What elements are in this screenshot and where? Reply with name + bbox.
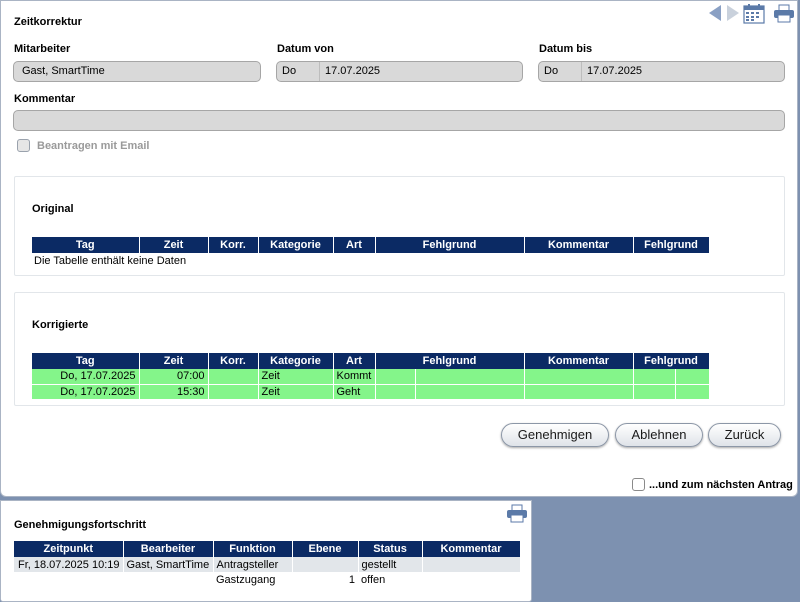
- cell-kommentar: [524, 369, 634, 385]
- cell-art: Geht: [333, 384, 376, 400]
- print-icon[interactable]: [773, 4, 795, 23]
- cell-kategorie: Zeit: [258, 384, 334, 400]
- cell-zeit: 15:30: [139, 384, 209, 400]
- table-row[interactable]: Do, 17.07.2025 07:00 Zeit Kommt: [32, 369, 710, 385]
- cell-bearbeiter: Gast, SmartTime: [123, 557, 214, 572]
- column-header-art[interactable]: Art: [333, 237, 376, 253]
- column-header-bearbeiter[interactable]: Bearbeiter: [123, 541, 214, 557]
- column-header-fehlgrund[interactable]: Fehlgrund: [375, 237, 525, 253]
- approval-progress-title: Genehmigungsfortschritt: [14, 519, 147, 531]
- kommentar-field[interactable]: [13, 110, 785, 131]
- datum-von-value: 17.07.2025: [325, 65, 381, 77]
- table-row[interactable]: Fr, 18.07.2025 10:19 Gast, SmartTime Ant…: [14, 557, 521, 572]
- column-header-fehlgrund-2[interactable]: Fehlgrund: [633, 237, 710, 253]
- datum-von-label: Datum von: [277, 43, 334, 55]
- cell-kategorie: Zeit: [258, 369, 334, 385]
- cell-ebene: [292, 557, 359, 572]
- datum-bis-value: 17.07.2025: [587, 65, 643, 77]
- ablehnen-button[interactable]: Ablehnen: [615, 423, 703, 447]
- column-header-tag[interactable]: Tag: [32, 353, 140, 369]
- approval-progress-table: Zeitpunkt Bearbeiter Funktion Ebene Stat…: [14, 541, 521, 587]
- column-header-fehlgrund[interactable]: Fehlgrund: [375, 353, 525, 369]
- column-header-kategorie[interactable]: Kategorie: [258, 237, 334, 253]
- beantragen-email-checkbox[interactable]: [17, 139, 30, 152]
- cell-status: offen: [361, 573, 386, 586]
- cell-korr: [208, 384, 259, 400]
- column-header-status[interactable]: Status: [358, 541, 423, 557]
- datum-bis-label: Datum bis: [539, 43, 593, 55]
- print-icon[interactable]: [506, 504, 528, 523]
- column-header-kommentar[interactable]: Kommentar: [524, 237, 634, 253]
- cell-funktion: Antragsteller: [213, 557, 293, 572]
- column-header-korr[interactable]: Korr.: [208, 353, 259, 369]
- zeitkorrektur-panel: Zeitkorrektur Mitarbeiter Gast, SmartTim…: [0, 0, 798, 497]
- column-header-kommentar[interactable]: Kommentar: [422, 541, 521, 557]
- next-arrow-icon[interactable]: [725, 4, 741, 22]
- mitarbeiter-value: Gast, SmartTime: [22, 65, 105, 77]
- datum-bis-field[interactable]: Do 17.07.2025: [538, 61, 785, 82]
- column-header-ebene[interactable]: Ebene: [292, 541, 359, 557]
- approval-progress-panel: Genehmigungsfortschritt Zeitpunkt Bearbe…: [0, 500, 532, 602]
- datum-von-weekday: Do: [282, 65, 297, 77]
- cell-zeitpunkt: Fr, 18.07.2025 10:19: [14, 557, 124, 572]
- cell-art: Kommt: [333, 369, 376, 385]
- original-section: Original Tag Zeit Korr. Kategorie Art Fe…: [14, 176, 785, 276]
- cell-fehlgrund: [375, 384, 416, 400]
- column-header-zeitpunkt[interactable]: Zeitpunkt: [14, 541, 124, 557]
- cell-bearbeiter: [123, 572, 213, 587]
- table-row[interactable]: Gastzugang 1 offen: [14, 572, 520, 587]
- korrigierte-title: Korrigierte: [32, 319, 89, 331]
- calendar-icon[interactable]: [743, 3, 765, 24]
- column-header-zeit[interactable]: Zeit: [139, 237, 209, 253]
- cell-zeitpunkt: [14, 572, 123, 587]
- column-header-zeit[interactable]: Zeit: [139, 353, 209, 369]
- cell-fehlgrund-2: [633, 384, 676, 400]
- cell-kommentar: [524, 384, 634, 400]
- column-header-fehlgrund-2[interactable]: Fehlgrund: [633, 353, 710, 369]
- table-header-row: Zeitpunkt Bearbeiter Funktion Ebene Stat…: [14, 541, 521, 557]
- table-row[interactable]: Do, 17.07.2025 15:30 Zeit Geht: [32, 384, 710, 400]
- kommentar-label: Kommentar: [14, 93, 76, 105]
- cell-ebene: 1: [348, 573, 355, 586]
- beantragen-email-label: Beantragen mit Email: [37, 140, 150, 152]
- korrigierte-table: Tag Zeit Korr. Kategorie Art Fehlgrund K…: [32, 353, 710, 400]
- column-header-korr[interactable]: Korr.: [208, 237, 259, 253]
- empty-table-message: Die Tabelle enthält keine Daten: [34, 254, 187, 267]
- original-title: Original: [32, 203, 74, 215]
- cell-status: gestellt: [358, 557, 423, 572]
- original-table: Tag Zeit Korr. Kategorie Art Fehlgrund K…: [32, 237, 710, 268]
- cell-fehlgrund-2b: [675, 384, 710, 400]
- cell-zeit: 07:00: [139, 369, 209, 385]
- column-header-kategorie[interactable]: Kategorie: [258, 353, 334, 369]
- column-header-tag[interactable]: Tag: [32, 237, 140, 253]
- column-header-art[interactable]: Art: [333, 353, 376, 369]
- cell-korr: [208, 369, 259, 385]
- next-request-checkbox[interactable]: [632, 478, 645, 491]
- cell-fehlgrund-2b: [675, 369, 710, 385]
- prev-arrow-icon[interactable]: [707, 4, 723, 22]
- cell-tag: Do, 17.07.2025: [32, 369, 140, 385]
- table-header-row: Tag Zeit Korr. Kategorie Art Fehlgrund K…: [32, 353, 710, 369]
- zurueck-button[interactable]: Zurück: [708, 423, 781, 447]
- cell-kommentar: [422, 572, 520, 587]
- cell-fehlgrund-2: [633, 369, 676, 385]
- column-header-kommentar[interactable]: Kommentar: [524, 353, 634, 369]
- datum-bis-weekday: Do: [544, 65, 559, 77]
- mitarbeiter-label: Mitarbeiter: [14, 43, 71, 55]
- mitarbeiter-field[interactable]: Gast, SmartTime: [13, 61, 261, 82]
- cell-fehlgrund-b: [415, 369, 525, 385]
- korrigierte-section: Korrigierte Tag Zeit Korr. Kategorie Art…: [14, 292, 785, 406]
- cell-tag: Do, 17.07.2025: [32, 384, 140, 400]
- page-title: Zeitkorrektur: [14, 16, 82, 28]
- cell-fehlgrund-b: [415, 384, 525, 400]
- column-header-funktion[interactable]: Funktion: [213, 541, 293, 557]
- cell-funktion: Gastzugang: [216, 573, 276, 586]
- datum-von-field[interactable]: Do 17.07.2025: [276, 61, 523, 82]
- genehmigen-button[interactable]: Genehmigen: [501, 423, 609, 447]
- next-request-label: ...und zum nächsten Antrag: [649, 479, 793, 491]
- cell-kommentar: [422, 557, 521, 572]
- cell-fehlgrund: [375, 369, 416, 385]
- table-header-row: Tag Zeit Korr. Kategorie Art Fehlgrund K…: [32, 237, 710, 253]
